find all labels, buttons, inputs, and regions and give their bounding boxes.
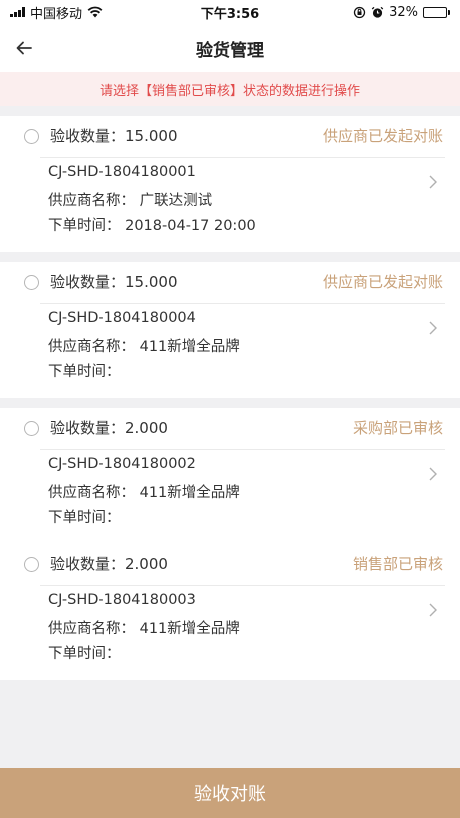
order-card-header: 验收数量：2.000 采购部已审核 — [0, 408, 460, 449]
select-radio[interactable] — [24, 129, 39, 144]
order-status: 供应商已发起对账 — [322, 127, 443, 145]
order-time: 下单时间： — [48, 364, 121, 380]
acceptance-qty: 验收数量：2.000 — [50, 419, 168, 437]
select-radio[interactable] — [24, 557, 39, 572]
status-left: 中国移动 — [10, 3, 103, 22]
order-time: 下单时间： — [48, 646, 121, 662]
chevron-right-icon — [429, 467, 437, 481]
acceptance-qty: 验收数量：15.000 — [50, 127, 178, 145]
chevron-right-icon — [429, 321, 437, 335]
order-card[interactable]: 验收数量：2.000 采购部已审核 CJ-SHD-1804180002 供应商名… — [0, 408, 460, 544]
supplier-name: 供应商名称： 411新增全品牌 — [48, 485, 240, 501]
order-time: 下单时间： — [48, 510, 121, 526]
chevron-right-icon — [429, 603, 437, 617]
select-radio[interactable] — [24, 421, 39, 436]
divider — [40, 157, 445, 158]
signal-icon — [10, 7, 25, 17]
chevron-right-icon — [429, 175, 437, 189]
battery-icon — [423, 6, 450, 18]
supplier-name: 供应商名称： 411新增全品牌 — [48, 339, 240, 355]
nav-bar: 验货管理 — [0, 24, 460, 72]
rotation-lock-icon — [353, 6, 366, 18]
order-code: CJ-SHD-1804180002 — [48, 456, 196, 472]
order-status: 采购部已审核 — [352, 419, 443, 437]
divider — [40, 449, 445, 450]
supplier-name: 供应商名称： 411新增全品牌 — [48, 621, 240, 637]
order-code: CJ-SHD-1804180004 — [48, 310, 196, 326]
supplier-name: 供应商名称： 广联达测试 — [48, 193, 213, 209]
divider — [40, 303, 445, 304]
order-time: 下单时间： 2018-04-17 20:00 — [48, 218, 256, 234]
order-card[interactable]: 验收数量：15.000 供应商已发起对账 CJ-SHD-1804180001 供… — [0, 116, 460, 252]
order-card-header: 验收数量：15.000 供应商已发起对账 — [0, 116, 460, 157]
order-status: 销售部已审核 — [352, 555, 443, 573]
status-right: 32% — [353, 5, 450, 20]
acceptance-qty: 验收数量：15.000 — [50, 273, 178, 291]
order-card-header: 验收数量：15.000 供应商已发起对账 — [0, 262, 460, 303]
arrow-left-icon — [16, 41, 32, 55]
battery-percent: 32% — [389, 4, 418, 20]
order-code: CJ-SHD-1804180001 — [48, 164, 196, 180]
alarm-icon — [371, 6, 384, 18]
page-title: 验货管理 — [196, 40, 264, 61]
reconcile-button[interactable]: 验收对账 — [0, 768, 460, 818]
order-status: 供应商已发起对账 — [322, 273, 443, 291]
carrier-label: 中国移动 — [30, 6, 83, 22]
status-bar: 中国移动 下午3:56 32% — [0, 0, 460, 24]
select-radio[interactable] — [24, 275, 39, 290]
order-card-header: 验收数量：2.000 销售部已审核 — [0, 544, 460, 585]
order-card[interactable]: 验收数量：15.000 供应商已发起对账 CJ-SHD-1804180004 供… — [0, 262, 460, 398]
divider — [40, 585, 445, 586]
order-card[interactable]: 验收数量：2.000 销售部已审核 CJ-SHD-1804180003 供应商名… — [0, 544, 460, 680]
notice-banner: 请选择【销售部已审核】状态的数据进行操作 — [0, 72, 460, 106]
back-button[interactable] — [12, 36, 36, 60]
acceptance-qty: 验收数量：2.000 — [50, 555, 168, 573]
order-code: CJ-SHD-1804180003 — [48, 592, 196, 608]
wifi-icon — [87, 6, 103, 18]
